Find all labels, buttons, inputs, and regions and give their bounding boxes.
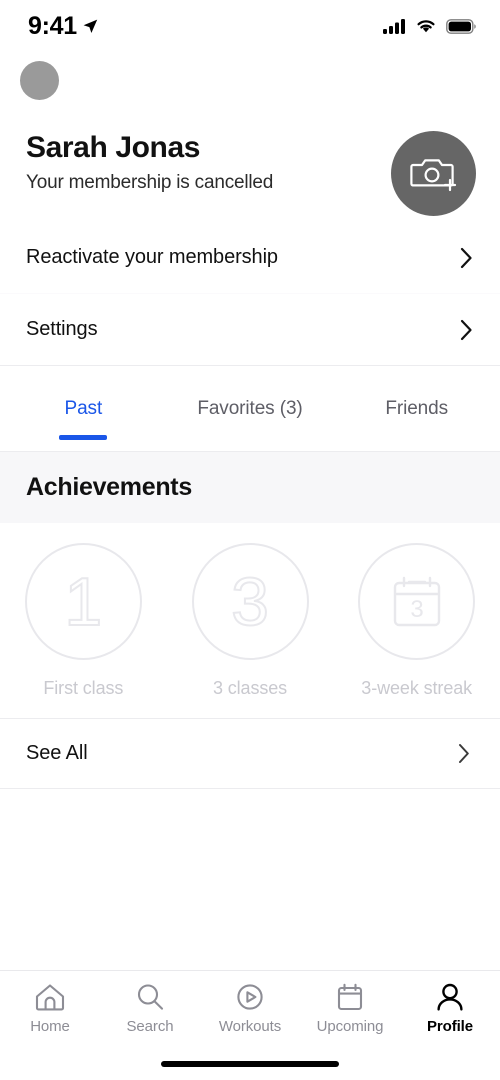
tab-label: Friends bbox=[385, 397, 448, 419]
location-arrow-icon bbox=[83, 19, 98, 33]
see-all-label: See All bbox=[26, 742, 88, 764]
status-bar-right bbox=[383, 18, 476, 34]
avatar[interactable] bbox=[20, 61, 59, 100]
add-photo-button[interactable] bbox=[391, 131, 476, 216]
tab-label: Past bbox=[64, 397, 103, 419]
tab-friends[interactable]: Friends bbox=[333, 366, 500, 451]
wifi-icon bbox=[417, 20, 435, 33]
calendar-streak-icon: 3 bbox=[393, 576, 440, 626]
achievement-badge-three-classes[interactable]: 3 3 classes bbox=[167, 543, 334, 699]
number-three-badge-icon: 3 bbox=[230, 563, 270, 640]
nav-item-workouts[interactable]: Workouts bbox=[200, 982, 300, 1035]
tab-active-indicator bbox=[59, 435, 108, 440]
calendar-streak-number: 3 bbox=[410, 596, 423, 623]
search-icon bbox=[137, 984, 164, 1010]
tab-active-indicator bbox=[393, 435, 441, 440]
achievement-badge-first-class[interactable]: 1 First class bbox=[0, 543, 167, 699]
chevron-right-icon bbox=[460, 319, 472, 340]
nav-item-upcoming[interactable]: Upcoming bbox=[300, 982, 400, 1035]
see-all-achievements-row[interactable]: See All bbox=[0, 718, 500, 788]
number-one-badge-icon: 1 bbox=[63, 563, 103, 640]
chevron-right-icon bbox=[460, 247, 472, 268]
bottom-navigation-bar: Home Search Workouts Upcoming Profile bbox=[0, 970, 500, 1048]
badge-label: 3-week streak bbox=[361, 678, 473, 698]
menu-item-label: Reactivate your membership bbox=[26, 246, 278, 268]
nav-item-home[interactable]: Home bbox=[0, 982, 100, 1035]
tab-bar: Past Favorites (3) Friends bbox=[0, 366, 500, 451]
play-circle-icon bbox=[237, 984, 263, 1010]
badge-circle: 3 bbox=[358, 543, 476, 660]
tab-active-indicator bbox=[226, 435, 274, 440]
battery-full-icon bbox=[446, 18, 476, 34]
calendar-icon bbox=[337, 983, 363, 1011]
nav-item-profile[interactable]: Profile bbox=[400, 982, 500, 1035]
avatar-row bbox=[0, 52, 500, 112]
nav-label: Search bbox=[126, 1018, 174, 1035]
nav-label: Profile bbox=[427, 1018, 473, 1035]
achievement-badge-three-week-streak[interactable]: 3 3-week streak bbox=[333, 543, 500, 699]
nav-label: Upcoming bbox=[316, 1018, 384, 1035]
status-time: 9:41 bbox=[28, 11, 77, 40]
badge-label: 3 classes bbox=[212, 678, 288, 698]
person-icon bbox=[437, 983, 463, 1011]
achievements-heading: Achievements bbox=[26, 473, 192, 501]
menu-item-reactivate-membership[interactable]: Reactivate your membership bbox=[0, 222, 500, 293]
badge-circle: 1 bbox=[24, 543, 142, 660]
account-menu: Reactivate your membership Settings bbox=[0, 222, 500, 365]
badge-label: First class bbox=[43, 678, 124, 698]
cellular-signal-icon bbox=[383, 19, 405, 34]
home-indicator[interactable] bbox=[161, 1061, 339, 1067]
menu-item-settings[interactable]: Settings bbox=[0, 294, 500, 365]
home-indicator-area bbox=[0, 1048, 500, 1080]
profile-header: Sarah Jonas Your membership is cancelled bbox=[0, 112, 500, 222]
nav-label: Home bbox=[30, 1018, 70, 1035]
menu-item-label: Settings bbox=[26, 318, 98, 340]
profile-screen: 9:41 Sarah Jonas Your membership is canc… bbox=[0, 0, 500, 1080]
tab-past[interactable]: Past bbox=[0, 366, 167, 451]
achievements-header: Achievements bbox=[0, 451, 500, 523]
nav-label: Workouts bbox=[218, 1018, 282, 1035]
achievements-badge-list: 1 First class 3 3 classes 3 3-week strea… bbox=[0, 523, 500, 718]
chevron-right-icon bbox=[459, 744, 469, 763]
home-icon bbox=[35, 984, 65, 1011]
badge-circle: 3 bbox=[191, 543, 309, 660]
profile-name-block: Sarah Jonas Your membership is cancelled bbox=[26, 130, 273, 194]
page-title: Sarah Jonas bbox=[26, 131, 201, 164]
tab-label: Favorites (3) bbox=[197, 397, 303, 419]
camera-add-icon bbox=[409, 158, 456, 191]
tab-favorites[interactable]: Favorites (3) bbox=[167, 366, 334, 451]
status-bar-left: 9:41 bbox=[28, 12, 99, 41]
nav-item-search[interactable]: Search bbox=[100, 982, 200, 1035]
membership-status: Your membership is cancelled bbox=[26, 172, 274, 194]
status-bar: 9:41 bbox=[0, 0, 500, 52]
